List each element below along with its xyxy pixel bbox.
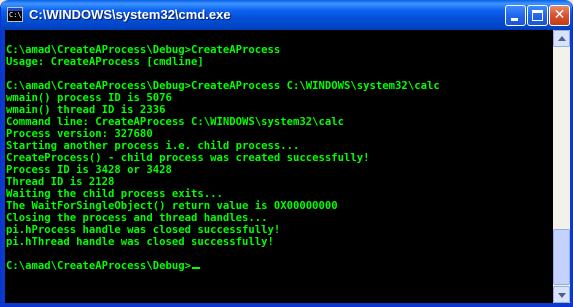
- console-line-text: C:\amad\CreateAProcess\Debug>: [6, 260, 191, 272]
- console-line-text: wmain() thread ID is 2336: [6, 104, 166, 116]
- arrow-up-icon: [558, 36, 566, 41]
- console-line-text: Process ID is 3428 or 3428: [6, 164, 172, 176]
- window-frame-bottom: [1, 303, 572, 306]
- console-line-text: CreateProcess() - child process was crea…: [6, 152, 370, 164]
- console-line: Waiting the child process exits...: [6, 188, 223, 200]
- console-line-text: Command line: CreateAProcess C:\WINDOWS\…: [6, 116, 345, 128]
- console-line: pi.hProcess handle was closed successful…: [6, 224, 280, 236]
- console-line-text: pi.hProcess handle was closed successful…: [6, 224, 281, 236]
- console-line: The WaitForSingleObject() return value i…: [6, 200, 338, 212]
- console-line: Starting another process i.e. child proc…: [6, 140, 299, 152]
- title-bar[interactable]: C:\ C:\WINDOWS\system32\cmd.exe ✕: [1, 0, 572, 30]
- maximize-icon: [532, 10, 543, 21]
- console-line-text: Process version: 327680: [6, 128, 153, 140]
- scroll-down-button[interactable]: [553, 286, 570, 303]
- console-line-text: Closing the process and thread handles..…: [6, 212, 268, 224]
- console-line: C:\amad\CreateAProcess\Debug>CreateAProc…: [6, 44, 280, 56]
- cmd-icon[interactable]: C:\: [7, 7, 23, 22]
- console-prompt-line: C:\amad\CreateAProcess\Debug>: [6, 260, 200, 272]
- close-icon: ✕: [553, 7, 566, 23]
- console-line-text: wmain() process ID is 5076: [6, 92, 172, 104]
- console-line-text: C:\amad\CreateAProcess\Debug>CreateAProc…: [6, 44, 281, 56]
- console-line: Thread ID is 2128: [6, 176, 114, 188]
- console-line: Closing the process and thread handles..…: [6, 212, 268, 224]
- console-line-text: The WaitForSingleObject() return value i…: [6, 200, 338, 212]
- console-line: CreateProcess() - child process was crea…: [6, 152, 370, 164]
- console-line: Process ID is 3428 or 3428: [6, 164, 172, 176]
- scroll-up-button[interactable]: [553, 30, 570, 47]
- console-line: wmain() thread ID is 2336: [6, 104, 165, 116]
- cmd-window: C:\ C:\WINDOWS\system32\cmd.exe ✕ C:\ama…: [0, 0, 573, 307]
- arrow-down-icon: [558, 293, 566, 298]
- console-line: wmain() process ID is 5076: [6, 92, 172, 104]
- console-line-text: Usage: CreateAProcess [cmdline]: [6, 56, 204, 68]
- console-line-text: C:\amad\CreateAProcess\Debug>CreateAProc…: [6, 80, 440, 92]
- vertical-scrollbar[interactable]: [553, 30, 570, 303]
- console-output[interactable]: C:\amad\CreateAProcess\Debug>CreateAProc…: [5, 30, 553, 303]
- console-line-text: Waiting the child process exits...: [6, 188, 223, 200]
- console-line-text: Thread ID is 2128: [6, 176, 115, 188]
- maximize-button[interactable]: [527, 5, 548, 26]
- console-line: C:\amad\CreateAProcess\Debug>CreateAProc…: [6, 80, 440, 92]
- window-title: C:\WINDOWS\system32\cmd.exe: [29, 7, 231, 22]
- scrollbar-thumb[interactable]: [553, 229, 570, 285]
- console-line: pi.hThread handle was closed successfull…: [6, 236, 274, 248]
- cmd-icon-glyph: C:\: [9, 11, 22, 19]
- minimize-icon: [511, 18, 518, 21]
- close-button[interactable]: ✕: [549, 5, 570, 26]
- console-line: Usage: CreateAProcess [cmdline]: [6, 56, 204, 68]
- console-line: Process version: 327680: [6, 128, 153, 140]
- minimize-button[interactable]: [505, 5, 526, 26]
- text-cursor: [191, 267, 200, 269]
- console-line-text: Starting another process i.e. child proc…: [6, 140, 300, 152]
- console-line-text: pi.hThread handle was closed successfull…: [6, 236, 274, 248]
- console-line: Command line: CreateAProcess C:\WINDOWS\…: [6, 116, 344, 128]
